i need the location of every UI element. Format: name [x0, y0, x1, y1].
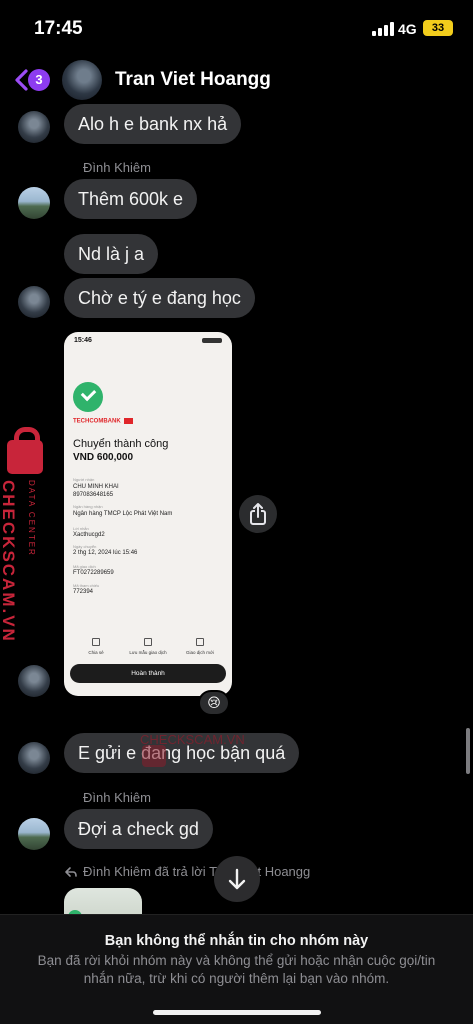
group-avatar[interactable]	[62, 60, 102, 100]
message-bubble[interactable]: Chờ e tý e đang học	[64, 278, 255, 318]
bank-logo: TECHCOMBANK	[73, 418, 133, 425]
avatar[interactable]	[18, 818, 50, 850]
status-time: 17:45	[34, 18, 83, 39]
scrollbar[interactable]	[466, 728, 470, 774]
avatar[interactable]	[18, 187, 50, 219]
done-button: Hoàn thành	[70, 664, 226, 683]
receipt-label: Mã giao dịch	[73, 564, 96, 569]
signal-icon	[372, 22, 394, 36]
receipt-value: CHU MINH KHAI 897083648165	[73, 484, 119, 498]
new-transaction-action: Giao dịch mới	[178, 638, 222, 655]
status-bar: 17:45 4G 33	[0, 0, 473, 56]
watermark-subtext: DATA CENTER	[27, 480, 36, 557]
watermark-sidebar: CHECKSCAM.VN DATA CENTER	[0, 427, 60, 646]
battery-icon: 33	[423, 20, 453, 36]
save-template-action: Lưu mẫu giao dịch	[126, 638, 170, 655]
receipt-label: Người nhận	[73, 477, 95, 482]
scroll-down-icon[interactable]	[214, 856, 260, 902]
receipt-value: 772394	[73, 589, 94, 595]
receipt-label: Ngày chuyển	[73, 544, 97, 549]
avatar[interactable]	[18, 665, 50, 697]
reaction-emoji[interactable]: 😢	[198, 690, 230, 716]
receipt-status-icons	[202, 338, 222, 343]
chat-header: 3 Tran Viet Hoangg	[0, 58, 473, 104]
unread-badge[interactable]: 3	[28, 69, 50, 91]
notice-title: Bạn không thể nhắn tin cho nhóm này	[104, 933, 369, 949]
avatar[interactable]	[18, 742, 50, 774]
message-bubble[interactable]: Đợi a check gd	[64, 809, 213, 849]
reply-icon	[65, 867, 77, 877]
watermark-center: CHECKSCAM.VN	[140, 732, 245, 747]
receipt-amount: VND 600,000	[73, 452, 134, 463]
avatar[interactable]	[18, 111, 50, 143]
message-bubble[interactable]: Nd là j a	[64, 234, 159, 274]
receipt-title: Chuyển thành công	[73, 438, 169, 450]
notice-body: Bạn đã rời khỏi nhóm này và không thể gử…	[37, 953, 436, 986]
home-indicator[interactable]	[153, 1010, 321, 1015]
lock-icon	[7, 427, 43, 474]
sender-name: Đình Khiêm	[83, 790, 151, 805]
sender-name: Đình Khiêm	[83, 160, 151, 175]
receipt-value: 2 thg 12, 2024 lúc 15:46	[73, 550, 138, 556]
success-check-icon	[73, 382, 103, 412]
share-action: Chia sẻ	[74, 638, 118, 655]
network-label: 4G	[398, 21, 417, 37]
watermark-text: CHECKSCAM.VN	[0, 480, 18, 643]
chat-title[interactable]: Tran Viet Hoangg	[115, 69, 271, 91]
receipt-label: Lời nhắn	[73, 526, 89, 531]
message-bubble[interactable]: Alo h e bank nx hả	[64, 104, 242, 144]
receipt-status-time: 15:46	[74, 337, 92, 344]
message-bubble[interactable]: Thêm 600k e	[64, 179, 198, 219]
left-group-notice: Bạn không thể nhắn tin cho nhóm này Bạn …	[0, 914, 473, 1024]
reply-label: Đình Khiêm đã trả lời Tran Viet Hoangg	[83, 864, 311, 879]
shared-image[interactable]: 15:46 TECHCOMBANK Chuyển thành công VND …	[64, 332, 232, 696]
receipt-value: FT0272289659	[73, 570, 114, 576]
receipt-label: Ngân hàng nhận	[73, 504, 103, 509]
receipt-value: Ngân hàng TMCP Lộc Phát Việt Nam	[73, 511, 173, 517]
receipt-value: Xacthucgd2	[73, 532, 105, 538]
receipt-label: Mã tham chiếu	[73, 583, 100, 588]
watermark-lock-icon	[142, 745, 166, 767]
avatar[interactable]	[18, 286, 50, 318]
share-icon[interactable]	[239, 495, 277, 533]
